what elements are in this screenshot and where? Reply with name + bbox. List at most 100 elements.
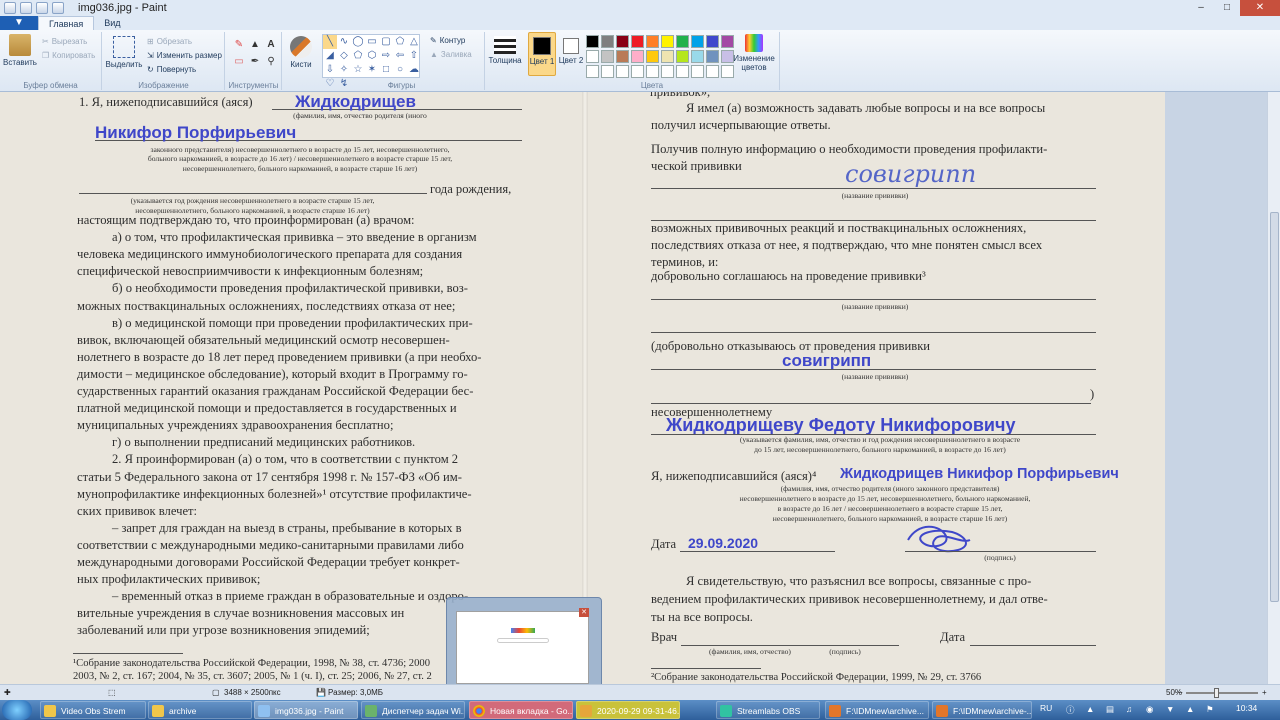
taskbar-item-video-obs[interactable]: Video Obs Strem (40, 701, 146, 719)
text-tool-icon[interactable]: A (264, 38, 278, 52)
star4-shape-icon[interactable]: ✧ (337, 63, 351, 77)
left-line1: 1. Я, нижеподписавшийся (аяся) (79, 95, 253, 109)
fill-dropdown[interactable]: ▲ Заливка (430, 50, 472, 59)
paste-button[interactable]: Вставить (2, 34, 38, 67)
triangle-shape-icon[interactable]: △ (407, 35, 421, 49)
network-icon[interactable]: ▤ (1106, 704, 1114, 715)
caption: (указывается год рождения несовершенноле… (130, 196, 375, 205)
scanned-document[interactable]: 1. Я, нижеподписавшийся (аяся) Жидкодрищ… (0, 92, 1165, 684)
cut-button[interactable]: ✂ Вырезать (42, 37, 87, 46)
streamlabs-tray-icon[interactable]: ◉ (1146, 704, 1153, 715)
taskbar-item-task-manager[interactable]: Диспетчер задач Wi... (361, 701, 465, 719)
paint-menu-button[interactable]: ▼ (0, 16, 38, 30)
left-body-line: муниципальных учреждениях здравоохранени… (77, 418, 394, 433)
canvas-workspace[interactable]: 1. Я, нижеподписавшийся (аяся) Жидкодрищ… (0, 92, 1267, 684)
pencil-icon[interactable]: ✎ (232, 38, 246, 52)
right-p3a: возможных прививочных реакций и поствакц… (651, 221, 1027, 235)
rectangle-shape-icon[interactable]: ▭ (365, 35, 379, 49)
taskbar-item-idm-archive-1[interactable]: F:\IDMnew\archive... (825, 701, 929, 719)
color-picker-icon[interactable]: ✒ (248, 55, 262, 69)
zoom-in-icon[interactable]: + (1262, 688, 1267, 697)
taskbar-item-chrome[interactable]: Новая вкладка - Go... (469, 701, 573, 719)
undo-icon[interactable] (36, 2, 48, 14)
taskbar-item-archive[interactable]: archive (148, 701, 252, 719)
vaccine-caption: (название прививки) (841, 191, 909, 200)
fill-icon: ▲ (430, 50, 438, 59)
eraser-icon[interactable]: ▭ (232, 55, 246, 69)
volume-icon[interactable]: ♫ (1126, 704, 1132, 714)
resize-button[interactable]: ⇲ Изменить размер (147, 51, 222, 60)
ribbon-tabs: ▼ Главная Вид (0, 16, 1280, 30)
clock[interactable]: 10:34 (1236, 703, 1257, 713)
hexagon-shape-icon[interactable]: ⬡ (365, 49, 379, 63)
search-box-icon (497, 638, 549, 643)
crop-button[interactable]: ⊞ Обрезать (147, 37, 192, 46)
zoom-slider[interactable] (1186, 688, 1258, 698)
rule (651, 188, 1096, 189)
close-button[interactable]: ✕ (1240, 0, 1280, 16)
zoom-out-icon[interactable]: − (1178, 688, 1183, 697)
heart-shape-icon[interactable]: ♡ (323, 77, 337, 91)
size-button[interactable]: Толщина (486, 36, 524, 65)
rounded-rect-shape-icon[interactable]: ▢ (379, 35, 393, 49)
start-button[interactable] (2, 700, 32, 720)
shield-icon[interactable]: ▲ (1186, 704, 1194, 714)
brushes-button[interactable]: Кисти (285, 36, 317, 69)
doctor-label: Врач (651, 630, 678, 644)
help-icon[interactable]: ⓘ (1066, 704, 1075, 716)
language-indicator[interactable]: RU (1040, 703, 1052, 713)
left-body-line: платной медицинской помощи и предоставля… (77, 401, 457, 416)
left-body-line: – запрет для граждан на выезд в страны, … (112, 520, 462, 535)
polygon-shape-icon[interactable]: ⬠ (393, 35, 407, 49)
outline-dropdown[interactable]: ✎ Контур (430, 36, 465, 45)
scrollbar-thumb[interactable] (1270, 212, 1279, 602)
right-p5c: ты на все вопросы. (651, 610, 753, 624)
redo-icon[interactable] (52, 2, 64, 14)
maximize-button[interactable]: □ (1214, 0, 1240, 16)
show-hidden-icons-icon[interactable]: ▲ (1086, 704, 1094, 714)
pentagon-shape-icon[interactable]: ⬠ (351, 49, 365, 63)
idm-tray-icon[interactable]: ▼ (1166, 704, 1174, 714)
curve-shape-icon[interactable]: ∿ (337, 35, 351, 49)
tab-view[interactable]: Вид (94, 16, 130, 30)
task-manager-icon (365, 705, 377, 717)
taskbar-item-video-file[interactable]: 2020-09-29 09-31-46... (576, 701, 680, 719)
select-button[interactable]: Выделить (105, 36, 143, 69)
taskbar-item-idm-archive-2[interactable]: F:\IDMnew\archive-... (932, 701, 1032, 719)
diamond-shape-icon[interactable]: ◇ (337, 49, 351, 63)
paint-app-icon[interactable] (4, 2, 16, 14)
folder-icon (44, 705, 56, 717)
fill-bucket-icon[interactable]: ▲ (248, 38, 262, 52)
callout-oval-shape-icon[interactable]: ○ (393, 63, 407, 77)
oval-shape-icon[interactable]: ◯ (351, 35, 365, 49)
arrow-right-shape-icon[interactable]: ⇨ (379, 49, 393, 63)
tools-group: ✎ ▲ A ▭ ✒ ⚲ Инструменты (226, 32, 282, 90)
lightning-shape-icon[interactable]: ↯ (337, 77, 351, 91)
tab-home[interactable]: Главная (38, 16, 95, 30)
left-body-line: заболеваний или при угрозе возникновения… (77, 623, 370, 638)
folder-icon (152, 705, 164, 717)
right-triangle-shape-icon[interactable]: ◢ (323, 49, 337, 63)
flag-icon[interactable]: ⚑ (1206, 704, 1214, 715)
copy-button[interactable]: ❐ Копировать (42, 51, 95, 60)
arrow-left-shape-icon[interactable]: ⇦ (393, 49, 407, 63)
arrow-down-shape-icon[interactable]: ⇩ (323, 63, 337, 77)
minimize-button[interactable]: – (1188, 0, 1214, 16)
taskbar-thumbnail-preview[interactable]: ✕ (446, 597, 602, 694)
callout-cloud-shape-icon[interactable]: ☁ (407, 63, 421, 77)
image-group-label: Изображение (138, 81, 189, 90)
arrow-up-shape-icon[interactable]: ⇧ (407, 49, 421, 63)
thumbnail-close-icon[interactable]: ✕ (579, 608, 589, 617)
save-icon[interactable] (20, 2, 32, 14)
vertical-scrollbar[interactable] (1267, 92, 1280, 684)
star5-shape-icon[interactable]: ☆ (351, 63, 365, 77)
line-shape-icon[interactable]: ╲ (323, 35, 337, 49)
tools-group-label: Инструменты (228, 81, 279, 90)
star6-shape-icon[interactable]: ✶ (365, 63, 379, 77)
magnifier-icon[interactable]: ⚲ (264, 55, 278, 69)
rotate-button[interactable]: ↻ Повернуть (147, 65, 196, 74)
taskbar-item-paint[interactable]: img036.jpg - Paint (254, 701, 358, 719)
zoom-slider-thumb[interactable] (1214, 688, 1219, 698)
callout-rect-shape-icon[interactable]: □ (379, 63, 393, 77)
taskbar-item-streamlabs[interactable]: Streamlabs OBS (716, 701, 820, 719)
